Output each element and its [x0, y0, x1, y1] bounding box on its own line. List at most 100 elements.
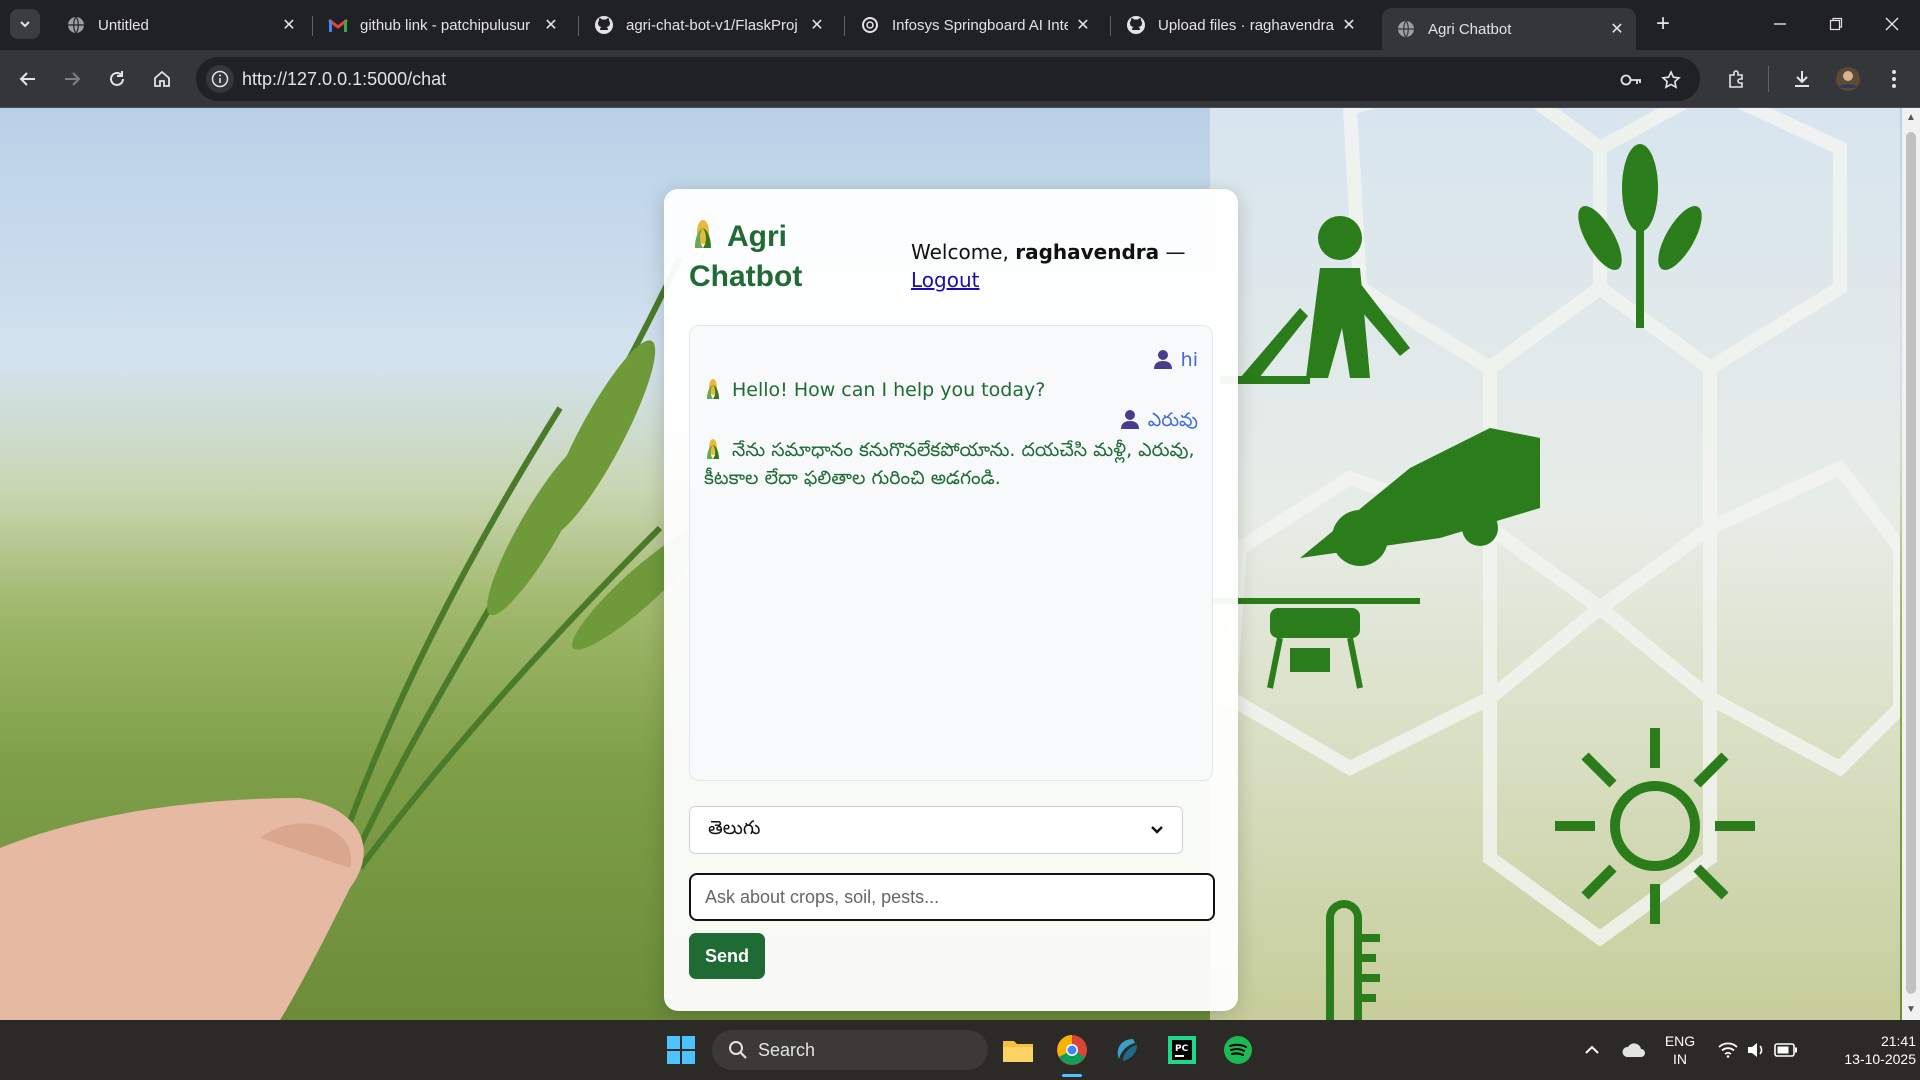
tab-untitled[interactable]: Untitled ✕: [52, 8, 308, 42]
input-language-indicator[interactable]: ENG IN: [1660, 1032, 1700, 1068]
page-scrollbar[interactable]: ▲ ▼: [1902, 108, 1920, 1020]
active-app-indicator: [1062, 1074, 1082, 1077]
send-button[interactable]: Send: [689, 933, 765, 979]
close-icon[interactable]: ✕: [1074, 15, 1092, 35]
tab-title: Upload files · raghavendra: [1158, 16, 1334, 34]
close-icon[interactable]: ✕: [542, 15, 560, 35]
message-text: hi: [1180, 349, 1198, 371]
extensions-button[interactable]: [1720, 63, 1752, 95]
tab-title: Untitled: [98, 16, 149, 34]
address-bar[interactable]: http://127.0.0.1:5000/chat: [196, 57, 1700, 101]
onedrive-icon[interactable]: [1616, 1032, 1652, 1068]
tab-upload-files[interactable]: Upload files · raghavendra ✕: [1112, 8, 1368, 42]
tab-infosys[interactable]: Infosys Springboard AI Inte ✕: [846, 8, 1102, 42]
close-icon[interactable]: ✕: [808, 15, 826, 35]
star-icon[interactable]: [1660, 69, 1682, 91]
clock-time: 21:41: [1880, 1033, 1916, 1049]
taskbar-search[interactable]: Search: [712, 1030, 988, 1070]
tab-separator: [844, 16, 845, 36]
gmail-icon: [328, 15, 348, 35]
minimize-icon: [1774, 23, 1786, 25]
key-icon[interactable]: [1620, 69, 1642, 91]
back-button[interactable]: [12, 63, 44, 95]
scrollbar-thumb[interactable]: [1906, 132, 1916, 994]
wheat-hand-background: [0, 256, 700, 1020]
tab-title: agri-chat-bot-v1/FlaskProj: [626, 16, 798, 34]
welcome-dash: —: [1159, 240, 1186, 264]
home-icon: [154, 70, 170, 87]
github-icon: [594, 15, 614, 35]
battery-icon[interactable]: [1768, 1032, 1804, 1068]
scroll-up-icon[interactable]: ▲: [1905, 112, 1917, 124]
menu-button[interactable]: [1878, 63, 1910, 95]
page-viewport: ▲ ▼ Agri Chatbot Welcome, raghavendra — …: [0, 108, 1920, 1020]
minimize-button[interactable]: [1752, 0, 1808, 48]
chrome-icon[interactable]: [1054, 1032, 1090, 1068]
close-window-button[interactable]: [1864, 0, 1920, 48]
toolbar-divider: [1768, 66, 1769, 92]
clock[interactable]: 21:41 13-10-2025: [1812, 1032, 1916, 1068]
kebab-menu-icon: [1892, 70, 1896, 88]
puzzle-icon: [1729, 70, 1743, 88]
app-brand: Agri Chatbot: [689, 217, 889, 297]
brand-line1: Agri: [727, 220, 787, 253]
windows-logo-icon: [667, 1036, 695, 1064]
arrow-left-icon: [19, 72, 35, 86]
brand-line2: Chatbot: [689, 260, 803, 293]
tab-github-repo[interactable]: agri-chat-bot-v1/FlaskProj ✕: [580, 8, 836, 42]
corn-icon: [707, 379, 719, 399]
copilot-icon[interactable]: [1108, 1032, 1144, 1068]
username: raghavendra: [1015, 240, 1160, 264]
chevron-down-icon: [20, 21, 30, 28]
tab-gmail[interactable]: github link - patchipulusur ✕: [314, 8, 570, 42]
chevron-up-icon[interactable]: [1574, 1032, 1610, 1068]
github-icon: [1126, 15, 1146, 35]
tab-title: Infosys Springboard AI Inte: [892, 16, 1068, 34]
question-input[interactable]: Ask about crops, soil, pests...: [689, 873, 1215, 921]
tab-title: github link - patchipulusur: [360, 16, 531, 34]
close-icon[interactable]: ✕: [1608, 19, 1626, 39]
lang-line1: ENG: [1664, 1033, 1696, 1049]
restore-icon: [1829, 17, 1843, 31]
language-selected: తెలుగు: [708, 816, 761, 839]
tab-agri-chatbot[interactable]: Agri Chatbot ✕: [1382, 8, 1636, 50]
message-text: Hello! How can I help you today?: [732, 379, 1046, 401]
site-info-icon[interactable]: [206, 65, 234, 93]
close-icon[interactable]: ✕: [280, 15, 298, 35]
scroll-down-icon[interactable]: ▼: [1905, 1004, 1917, 1016]
tab-separator: [312, 16, 313, 36]
globe-icon: [66, 15, 86, 35]
lang-line2: IN: [1673, 1051, 1687, 1067]
spotify-icon[interactable]: [1220, 1032, 1256, 1068]
language-select[interactable]: తెలుగు: [689, 806, 1183, 854]
close-icon[interactable]: ✕: [1340, 15, 1358, 35]
sun-icon: [1555, 728, 1755, 924]
user-icon: [1120, 410, 1139, 429]
user-message: ఎరువు: [1120, 406, 1198, 434]
downloads-button[interactable]: [1786, 63, 1818, 95]
home-button[interactable]: [146, 63, 178, 95]
globe-icon: [1396, 19, 1416, 39]
corn-icon: [707, 439, 719, 459]
message-text: నేను సమాధానం కనుగొనలేకపోయాను. దయచేసి మళ్…: [704, 439, 1195, 489]
chat-messages-panel[interactable]: hi Hello! How can I help you today? ఎరువ…: [689, 325, 1213, 781]
pycharm-icon[interactable]: PC: [1164, 1032, 1200, 1068]
tab-search-button[interactable]: [10, 9, 40, 39]
reload-button[interactable]: [101, 63, 133, 95]
restore-button[interactable]: [1808, 0, 1864, 48]
profile-avatar[interactable]: [1832, 63, 1864, 95]
start-button[interactable]: [663, 1032, 699, 1068]
search-icon: [729, 1041, 747, 1059]
farming-icons-hexagon-background: [1210, 108, 1900, 1020]
url-text[interactable]: http://127.0.0.1:5000/chat: [242, 69, 446, 90]
input-placeholder: Ask about crops, soil, pests...: [705, 886, 940, 907]
forward-button[interactable]: [56, 63, 88, 95]
taskbar-search-label: Search: [758, 1039, 816, 1060]
message-text: ఎరువు: [1147, 409, 1198, 431]
logout-link[interactable]: Logout: [911, 266, 1186, 294]
tab-strip: Untitled ✕ github link - patchipulusur ✕…: [0, 0, 1920, 50]
close-icon: [1885, 17, 1899, 31]
new-tab-button[interactable]: +: [1648, 10, 1678, 40]
file-explorer-icon[interactable]: [1000, 1032, 1036, 1068]
user-icon: [1153, 350, 1172, 369]
